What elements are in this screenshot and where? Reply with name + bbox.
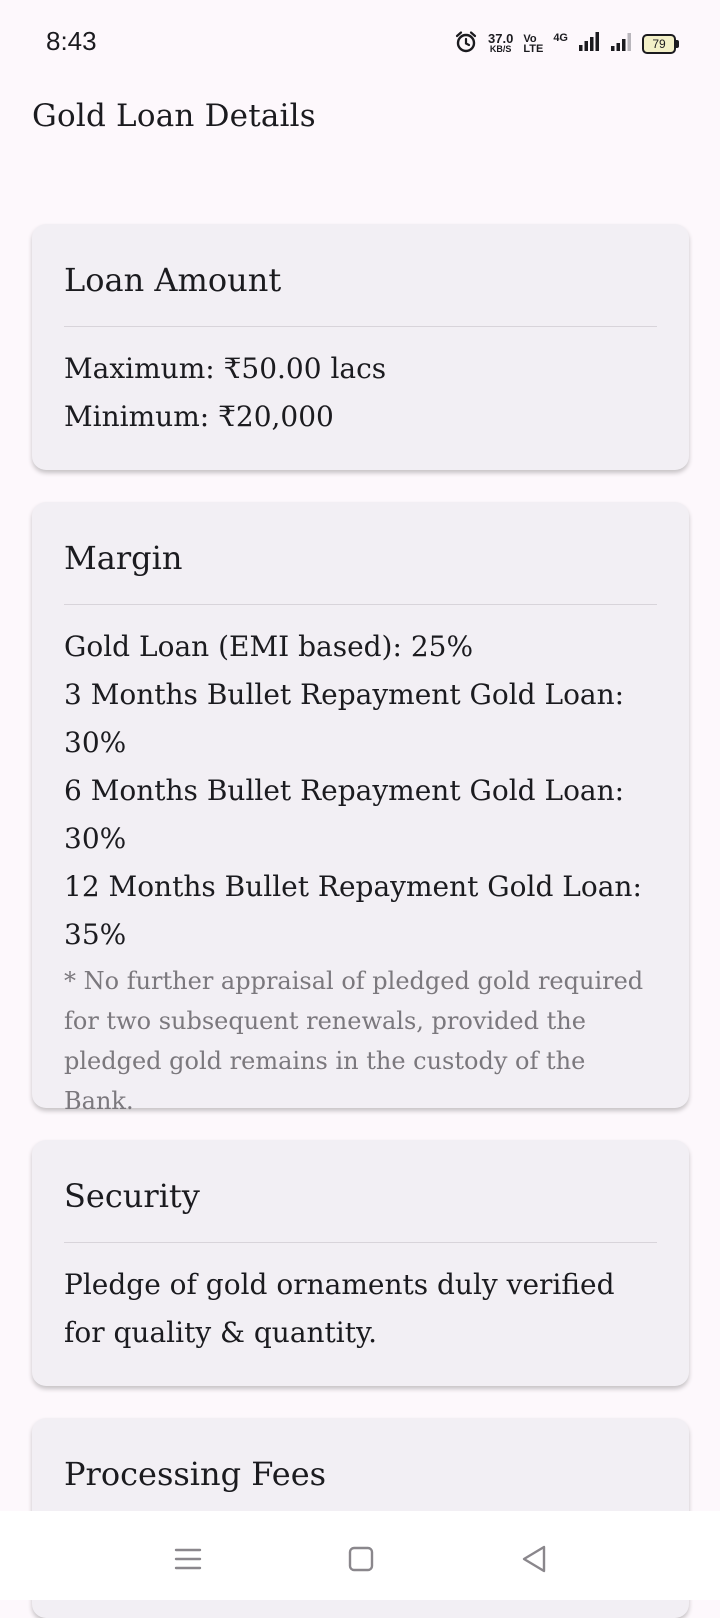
network-speed-value: 37.0	[488, 31, 514, 46]
margin-line: Gold Loan (EMI based): 25%	[64, 630, 474, 663]
back-triangle-icon[interactable]	[514, 1539, 554, 1579]
status-bar: 8:43 37.0 KB/S Vo LTE 4G 79	[0, 0, 720, 88]
network-speed-unit: KB/S	[489, 44, 512, 54]
margin-line: 6 Months Bullet Repayment Gold Loan: 30%	[64, 774, 625, 855]
alarm-icon	[454, 30, 478, 59]
card-title: Margin	[64, 502, 657, 605]
page-title: Gold Loan Details	[32, 98, 316, 134]
loan-amount-card: Loan Amount Maximum: ₹50.00 lacs Minimum…	[32, 224, 689, 470]
signal-icon	[578, 31, 600, 58]
network-type: 4G	[553, 32, 568, 44]
volte-bottom: LTE	[523, 43, 544, 55]
minimum-amount: Minimum: ₹20,000	[64, 400, 334, 433]
security-text: Pledge of gold ornaments duly verified f…	[64, 1268, 615, 1349]
status-icons: 37.0 KB/S Vo LTE 4G 79	[454, 30, 679, 59]
battery-level: 79	[652, 37, 666, 51]
security-card: Security Pledge of gold ornaments duly v…	[32, 1140, 689, 1386]
battery-icon: 79	[642, 34, 679, 54]
card-body: Gold Loan (EMI based): 25% 3 Months Bull…	[64, 605, 657, 1121]
card-title: Processing Fees	[64, 1418, 657, 1521]
card-title: Loan Amount	[64, 224, 657, 327]
card-title: Security	[64, 1140, 657, 1243]
network-speed: 37.0 KB/S	[488, 31, 514, 54]
margin-note: * No further appraisal of pledged gold r…	[64, 967, 644, 1115]
navigation-bar	[0, 1511, 720, 1600]
menu-icon[interactable]	[168, 1539, 208, 1579]
status-time: 8:43	[46, 26, 97, 56]
home-square-icon[interactable]	[341, 1539, 381, 1579]
margin-line: 3 Months Bullet Repayment Gold Loan: 30%	[64, 678, 625, 759]
margin-line: 12 Months Bullet Repayment Gold Loan: 35…	[64, 870, 642, 951]
margin-card: Margin Gold Loan (EMI based): 25% 3 Mont…	[32, 502, 689, 1115]
card-body: Maximum: ₹50.00 lacs Minimum: ₹20,000	[64, 327, 657, 441]
volte-indicator: Vo LTE	[523, 34, 544, 55]
signal-icon	[610, 31, 632, 58]
card-body: Pledge of gold ornaments duly verified f…	[64, 1243, 657, 1357]
maximum-amount: Maximum: ₹50.00 lacs	[64, 352, 387, 385]
